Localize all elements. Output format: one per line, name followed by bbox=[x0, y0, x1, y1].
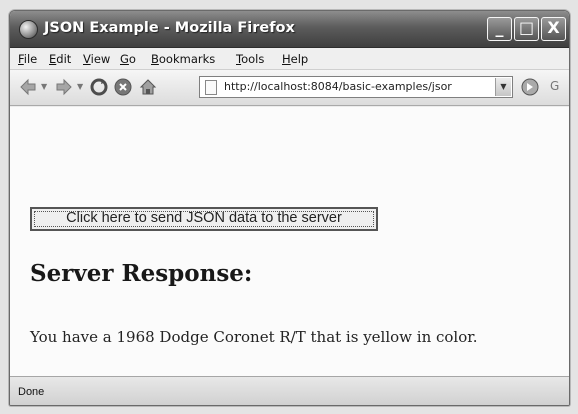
close-button[interactable]: X bbox=[541, 17, 566, 41]
go-icon[interactable] bbox=[521, 78, 539, 96]
navigation-toolbar: ▼ ▼ http://localhost:8084/basic-examples… bbox=[10, 70, 569, 106]
menu-bookmarks[interactable]: Bookmarks bbox=[151, 52, 215, 66]
reload-icon[interactable] bbox=[89, 77, 109, 97]
forward-icon[interactable] bbox=[54, 77, 74, 97]
stop-icon[interactable] bbox=[113, 77, 133, 97]
page-content: Click here to send JSON data to the serv… bbox=[10, 107, 569, 377]
status-bar: Done bbox=[10, 376, 569, 405]
menu-edit[interactable]: Edit bbox=[49, 52, 71, 66]
back-history-chevron-icon[interactable]: ▼ bbox=[41, 82, 47, 91]
menu-file[interactable]: File bbox=[18, 52, 37, 66]
forward-history-chevron-icon[interactable]: ▼ bbox=[77, 82, 83, 91]
page-icon bbox=[205, 80, 217, 95]
send-json-button[interactable]: Click here to send JSON data to the serv… bbox=[30, 207, 378, 231]
menu-go[interactable]: Go bbox=[120, 52, 136, 66]
menu-bar: File Edit View Go Bookmarks Tools Help bbox=[10, 48, 569, 70]
browser-window: JSON Example - Mozilla Firefox _ □ X Fil… bbox=[9, 10, 570, 406]
window-title: JSON Example - Mozilla Firefox bbox=[44, 20, 295, 36]
url-history-dropdown-icon[interactable]: ▼ bbox=[495, 78, 511, 96]
url-text[interactable]: http://localhost:8084/basic-examples/jso… bbox=[224, 80, 492, 93]
menu-help[interactable]: Help bbox=[282, 52, 308, 66]
home-icon[interactable] bbox=[138, 77, 158, 97]
url-bar[interactable]: http://localhost:8084/basic-examples/jso… bbox=[199, 76, 513, 98]
title-bar: JSON Example - Mozilla Firefox _ □ X bbox=[10, 11, 569, 48]
back-icon[interactable] bbox=[18, 77, 38, 97]
server-response-heading: Server Response: bbox=[30, 260, 253, 287]
status-text: Done bbox=[18, 386, 45, 398]
menu-tools[interactable]: Tools bbox=[236, 52, 264, 66]
menu-view[interactable]: View bbox=[83, 52, 110, 66]
server-response-text: You have a 1968 Dodge Coronet R/T that i… bbox=[30, 328, 478, 346]
maximize-button[interactable]: □ bbox=[514, 17, 539, 41]
search-engine-icon[interactable]: G bbox=[550, 79, 559, 93]
minimize-button[interactable]: _ bbox=[487, 17, 512, 41]
firefox-icon bbox=[19, 20, 38, 39]
